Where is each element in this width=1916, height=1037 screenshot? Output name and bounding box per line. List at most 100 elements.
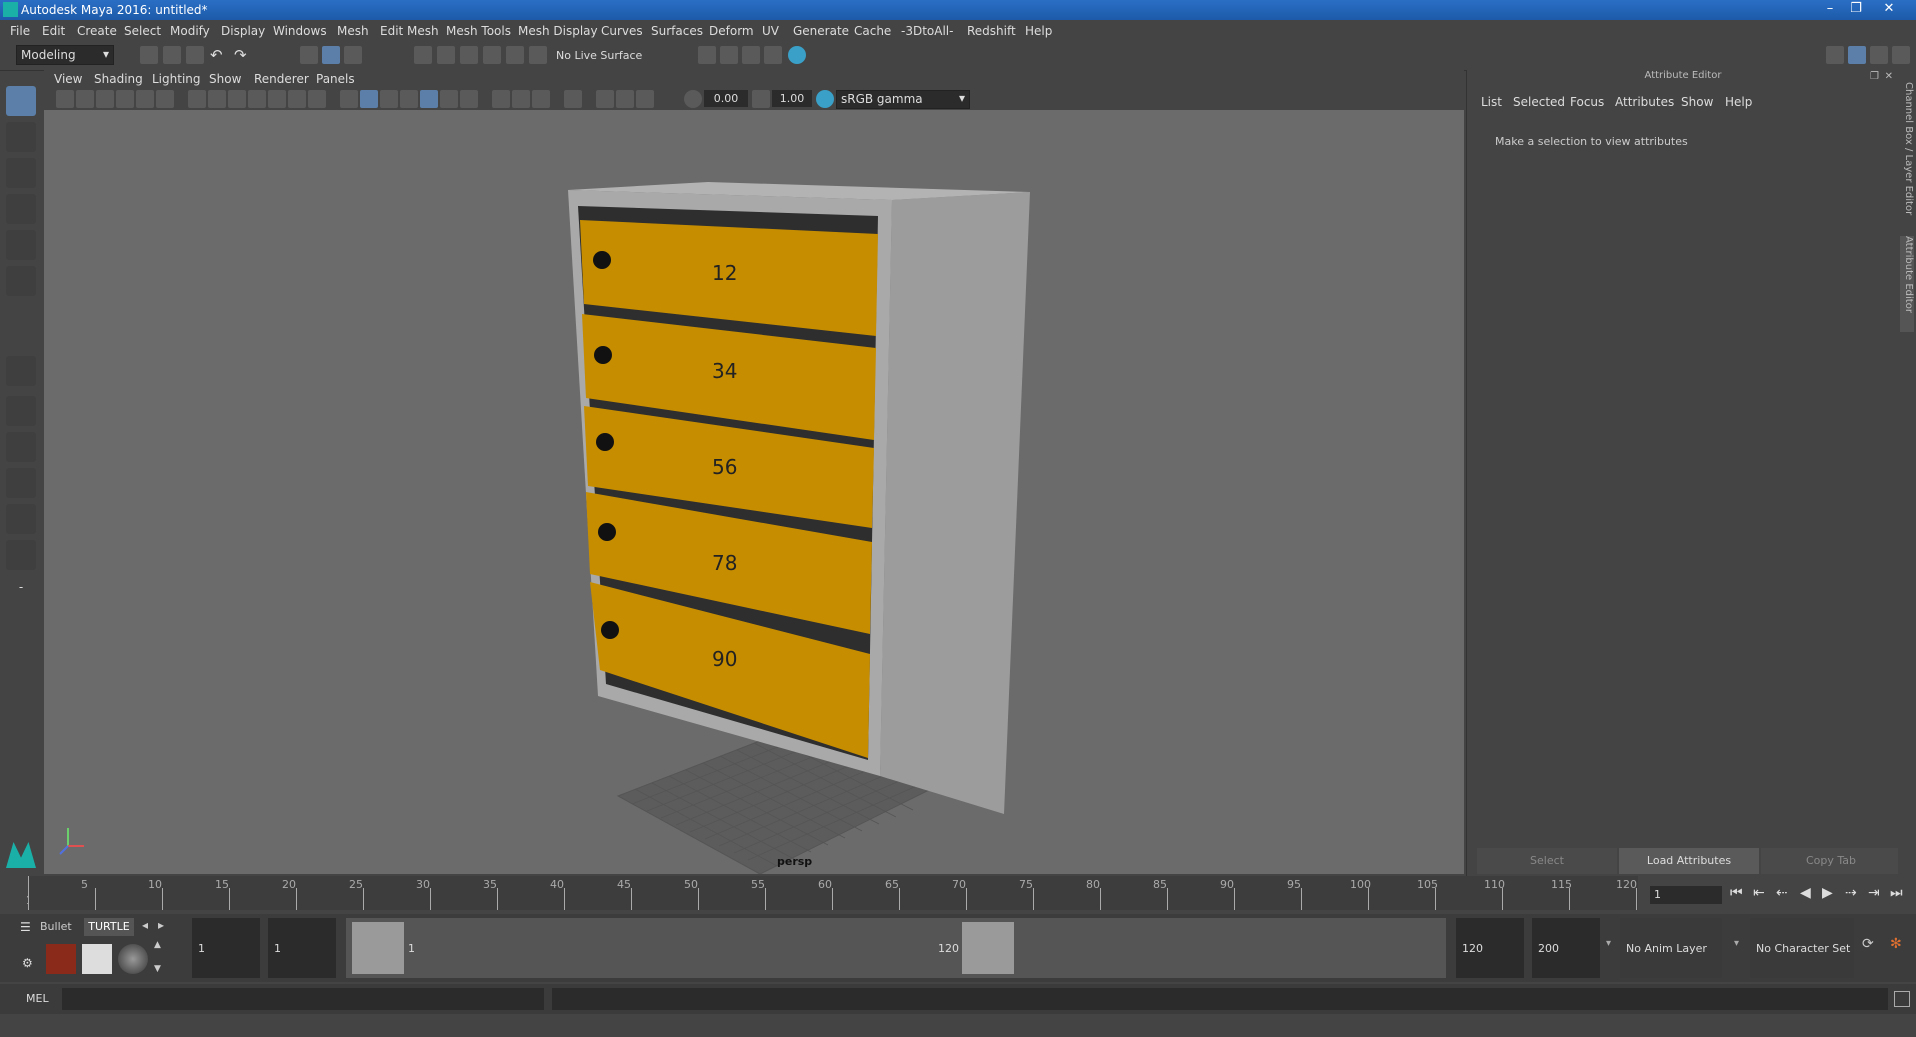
save-scene-icon[interactable] [186, 46, 204, 64]
isolate-select-icon[interactable] [564, 90, 582, 108]
viewport-menu-panels[interactable]: Panels [316, 72, 355, 86]
shelf-scroll-down-icon[interactable]: ▼ [154, 964, 161, 974]
menu-modify[interactable]: Modify [170, 24, 210, 38]
attr-tab-show[interactable]: Show [1681, 95, 1713, 109]
float-panel-icon[interactable]: ❐ [1870, 71, 1879, 82]
textured-icon[interactable] [400, 90, 418, 108]
color-space-dropdown[interactable]: sRGB gamma ▾ [836, 90, 970, 109]
shadows-icon[interactable] [440, 90, 458, 108]
modeling-toolkit-icon[interactable] [1826, 46, 1844, 64]
new-scene-icon[interactable] [140, 46, 158, 64]
menu-file[interactable]: File [10, 24, 30, 38]
render-view-icon[interactable] [764, 46, 782, 64]
smooth-shade-icon[interactable] [360, 90, 378, 108]
menu-select[interactable]: Select [124, 24, 161, 38]
play-forward-icon[interactable]: ▶ [1822, 885, 1833, 901]
gear-icon[interactable]: ⚙ [22, 956, 33, 970]
character-set-dropdown[interactable]: No Character Set [1750, 918, 1854, 978]
menu-redshift[interactable]: Redshift [967, 24, 1016, 38]
range-start-handle[interactable] [352, 922, 404, 974]
gamma-field[interactable]: 1.00 [772, 90, 812, 107]
select-button[interactable]: Select [1477, 848, 1617, 874]
range-end-handle[interactable] [962, 922, 1014, 974]
auto-key-icon[interactable]: ⟳ [1862, 936, 1874, 952]
menu-mesh[interactable]: Mesh [337, 24, 369, 38]
shelf-menu-icon[interactable]: ☰ [20, 920, 31, 934]
wireframe-on-shaded-icon[interactable] [380, 90, 398, 108]
gamma-icon[interactable] [752, 90, 770, 108]
pan-zoom-icon[interactable] [636, 90, 654, 108]
viewport-menu-shading[interactable]: Shading [94, 72, 143, 86]
menu-surfaces[interactable]: Surfaces [651, 24, 703, 38]
single-view-layout-icon[interactable] [6, 356, 36, 386]
end-time-field[interactable]: 200 [1532, 918, 1600, 978]
menu-uv[interactable]: UV [762, 24, 779, 38]
menu-display[interactable]: Display [221, 24, 265, 38]
screen-space-ao-icon[interactable] [460, 90, 478, 108]
xray-joints-icon[interactable] [512, 90, 530, 108]
close-button[interactable]: ✕ [1876, 0, 1902, 18]
bookmark-icon[interactable] [96, 90, 114, 108]
menu-mesh-tools[interactable]: Mesh Tools [446, 24, 511, 38]
attribute-editor-tab[interactable]: Attribute Editor [1900, 236, 1914, 332]
outliner-layout-icon[interactable] [6, 540, 36, 570]
viewport-menu-view[interactable]: View [54, 72, 82, 86]
chevron-down-icon[interactable]: ▾ [1606, 938, 1611, 949]
viewport-menu-renderer[interactable]: Renderer [254, 72, 309, 86]
menu-generate[interactable]: Generate [793, 24, 849, 38]
playback-end-field[interactable]: 120 [1456, 918, 1524, 978]
select-tool-icon[interactable] [6, 86, 36, 116]
playback-start-field[interactable]: 1 [268, 918, 336, 978]
attr-tab-list[interactable]: List [1481, 95, 1502, 109]
attribute-editor-toggle-icon[interactable] [1848, 46, 1866, 64]
safe-title-icon[interactable] [308, 90, 326, 108]
load-attributes-button[interactable]: Load Attributes [1619, 848, 1759, 874]
time-slider[interactable]: 1 5 10 15 20 25 30 35 40 45 50 55 60 65 … [0, 876, 1916, 912]
menu-cache[interactable]: Cache [854, 24, 891, 38]
material-shelf-icon[interactable] [82, 944, 112, 974]
attr-tab-focus[interactable]: Focus [1570, 95, 1604, 109]
xray-icon[interactable] [492, 90, 510, 108]
snap-curve-icon[interactable] [437, 46, 455, 64]
menu-curves[interactable]: Curves [601, 24, 643, 38]
step-forward-key-icon[interactable]: ⇥ [1868, 885, 1880, 901]
attr-tab-help[interactable]: Help [1725, 95, 1752, 109]
channel-box-tab[interactable]: Channel Box / Layer Editor [1900, 82, 1914, 222]
menu-windows[interactable]: Windows [273, 24, 327, 38]
chevron-left-icon[interactable]: ◂ [142, 918, 148, 932]
exposure-icon[interactable] [684, 90, 702, 108]
command-input[interactable] [62, 988, 544, 1010]
start-time-field[interactable]: 1 [192, 918, 260, 978]
persp-outliner-layout-icon[interactable] [6, 504, 36, 534]
menu-edit[interactable]: Edit [42, 24, 65, 38]
lasso-tool-icon[interactable] [6, 122, 36, 152]
menu-help[interactable]: Help [1025, 24, 1052, 38]
animation-prefs-icon[interactable]: ✻ [1890, 936, 1902, 952]
fire-shelf-icon[interactable] [46, 944, 76, 974]
workspace-dropdown[interactable]: Modeling ▾ [16, 45, 114, 65]
live-surface-label[interactable]: No Live Surface [556, 49, 642, 62]
snap-point-icon[interactable] [460, 46, 478, 64]
step-back-frame-icon[interactable]: ⇠ [1776, 885, 1788, 901]
attr-tab-attributes[interactable]: Attributes [1615, 95, 1674, 109]
menu-deform[interactable]: Deform [709, 24, 754, 38]
undo-icon[interactable]: ↶ [210, 46, 228, 64]
sphere-shelf-icon[interactable] [118, 944, 148, 974]
shelf-tab-turtle[interactable]: TURTLE [84, 918, 134, 936]
grease-pencil-icon[interactable] [156, 90, 174, 108]
chevron-down-icon[interactable]: ▾ [1734, 938, 1739, 949]
scale-tool-icon[interactable] [6, 266, 36, 296]
gate-mask-icon[interactable] [248, 90, 266, 108]
shelf-scroll-up-icon[interactable]: ▲ [154, 940, 161, 950]
side-by-side-layout-icon[interactable] [6, 432, 36, 462]
tool-settings-icon[interactable] [1870, 46, 1888, 64]
snap-view-plane-icon[interactable] [483, 46, 501, 64]
range-slider[interactable]: 1 120 [346, 918, 1446, 978]
menu-mesh-display[interactable]: Mesh Display [518, 24, 598, 38]
step-forward-frame-icon[interactable]: ⇢ [1845, 885, 1857, 901]
time-ruler[interactable]: 5 10 15 20 25 30 35 40 45 50 55 60 65 70… [28, 876, 1638, 910]
chevron-right-icon[interactable]: ▸ [158, 918, 164, 932]
resolution-gate-icon[interactable] [228, 90, 246, 108]
camera-attributes-icon[interactable] [76, 90, 94, 108]
minimize-button[interactable]: – [1817, 0, 1843, 18]
